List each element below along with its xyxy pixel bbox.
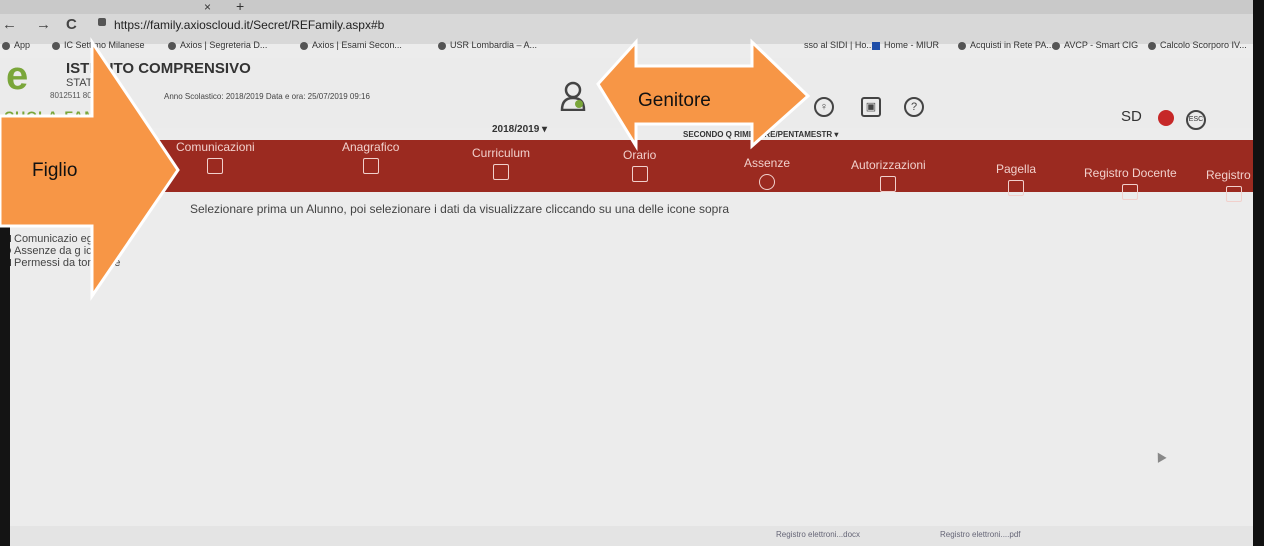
genitore-label: Genitore (638, 90, 711, 111)
figlio-label: Figlio (32, 160, 78, 181)
figlio-arrow (0, 37, 180, 301)
annotation-overlay (0, 37, 811, 301)
